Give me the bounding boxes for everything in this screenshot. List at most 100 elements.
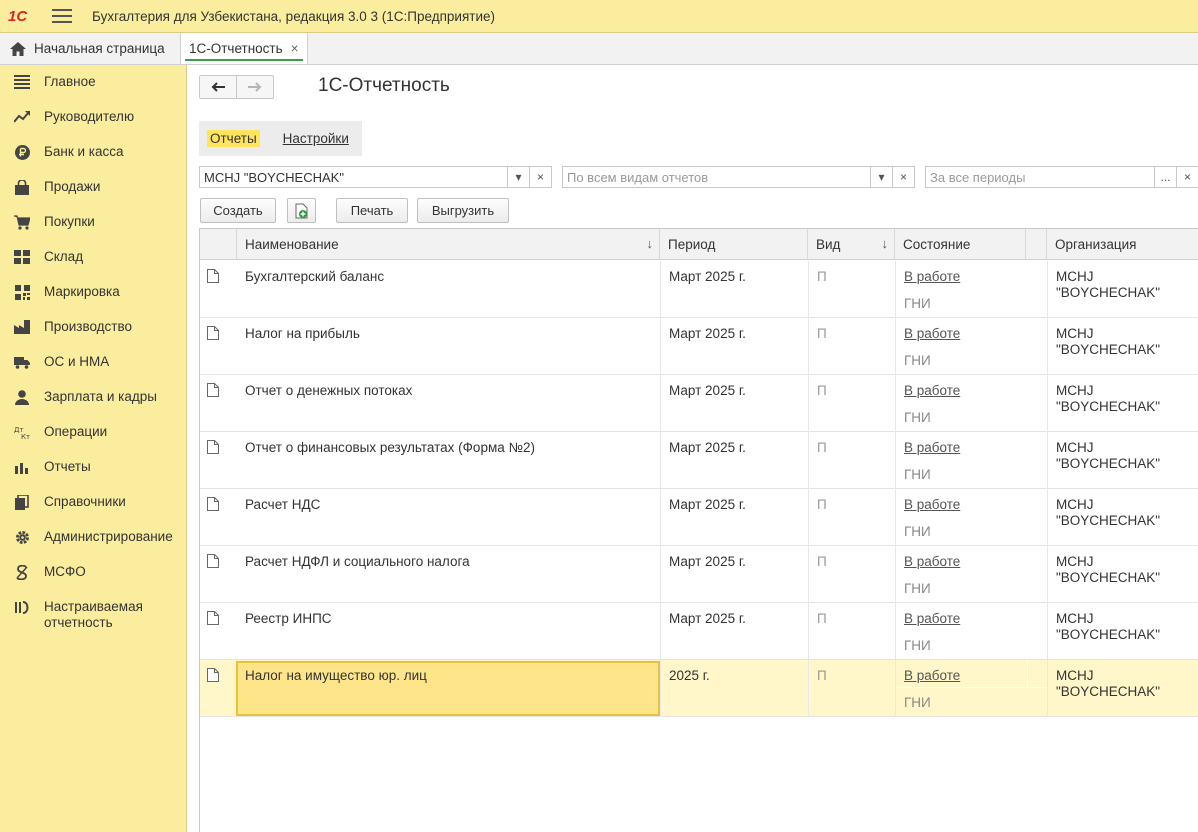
organization-line: "BOYCHECHAK" <box>1056 513 1161 528</box>
sidebar-item-bank-cash[interactable]: Банк и касса <box>0 135 186 170</box>
report-kind-filter[interactable]: По всем видам отчетов ▾ × <box>562 166 915 188</box>
organization-line: MCHJ <box>1056 440 1094 455</box>
report-state-link[interactable]: В работе <box>904 326 960 341</box>
organization-filter-value[interactable]: MCHJ "BOYCHECHAK" <box>200 170 507 185</box>
sidebar-item-operations[interactable]: Дт Кт Операции <box>0 415 186 450</box>
app-logo: 1С <box>8 7 28 25</box>
report-recipient: ГНИ <box>904 410 931 425</box>
report-period: Март 2025 г. <box>660 546 808 603</box>
sidebar-item-production[interactable]: Производство <box>0 310 186 345</box>
document-icon <box>200 261 237 318</box>
dropdown-icon[interactable]: ▾ <box>870 167 892 187</box>
ifrs-icon <box>14 564 30 580</box>
sidebar-item-main[interactable]: Главное <box>0 65 186 100</box>
report-state-cell: В работе ГНИ <box>895 261 1047 318</box>
column-header-state-extra <box>1026 229 1047 260</box>
report-state-link[interactable]: В работе <box>904 383 960 398</box>
report-organization: MCHJ "BOYCHECHAK" <box>1047 318 1198 375</box>
organization-line: MCHJ <box>1056 383 1094 398</box>
report-state-link[interactable]: В работе <box>904 497 960 512</box>
report-state-cell: В работе ГНИ <box>895 660 1048 717</box>
report-state-link[interactable]: В работе <box>904 269 960 284</box>
trend-icon <box>14 109 30 125</box>
sidebar-item-marking[interactable]: Маркировка <box>0 275 186 310</box>
sidebar-item-salary-hr[interactable]: Зарплата и кадры <box>0 380 186 415</box>
report-kind-filter-placeholder[interactable]: По всем видам отчетов <box>563 170 870 185</box>
sidebar-item-catalogs[interactable]: Справочники <box>0 485 186 520</box>
report-organization: MCHJ "BOYCHECHAK" <box>1047 375 1198 432</box>
back-button[interactable] <box>200 76 236 98</box>
add-document-button[interactable] <box>287 198 316 223</box>
sidebar-item-label: Склад <box>44 249 84 264</box>
choose-period-button[interactable]: ... <box>1154 167 1176 187</box>
column-header-state[interactable]: Состояние <box>895 229 1026 260</box>
subtab-settings[interactable]: Настройки <box>280 130 352 147</box>
sidebar-item-label: Справочники <box>44 494 126 509</box>
column-header-organization[interactable]: Организация <box>1047 229 1198 260</box>
column-header-name[interactable]: Наименование ↓ <box>237 229 660 260</box>
tab-active-label: 1С-Отчетность <box>189 41 283 56</box>
report-kind: П <box>808 603 895 660</box>
forward-button[interactable] <box>236 76 273 98</box>
document-icon <box>200 660 237 717</box>
clear-icon[interactable]: × <box>529 167 551 187</box>
report-period: Март 2025 г. <box>660 261 808 318</box>
report-state-link[interactable]: В работе <box>904 611 960 626</box>
table-row[interactable]: Расчет НДФЛ и социального налога Март 20… <box>200 546 1198 603</box>
report-name: Бухгалтерский баланс <box>245 269 385 284</box>
sidebar-item-purchases[interactable]: Покупки <box>0 205 186 240</box>
print-button[interactable]: Печать <box>336 198 408 223</box>
main-content: 1С-Отчетность Отчеты Настройки MCHJ "BOY… <box>187 65 1198 832</box>
report-state-link[interactable]: В работе <box>904 554 960 569</box>
tab-1c-reporting[interactable]: 1С-Отчетность × <box>181 33 308 64</box>
table-row[interactable]: Отчет о финансовых результатах (Форма №2… <box>200 432 1198 489</box>
sidebar-item-label: Главное <box>44 74 96 89</box>
sidebar-item-administration[interactable]: Администрирование <box>0 520 186 555</box>
sidebar-item-label: Маркировка <box>44 284 120 299</box>
sort-down-icon: ↓ <box>646 236 654 251</box>
sidebar-item-warehouse[interactable]: Склад <box>0 240 186 275</box>
report-state-link[interactable]: В работе <box>904 440 960 455</box>
export-button[interactable]: Выгрузить <box>417 198 509 223</box>
period-filter[interactable]: За все периоды ... × <box>925 166 1198 188</box>
report-kind: П <box>808 261 895 318</box>
report-state-link[interactable]: В работе <box>904 668 960 683</box>
document-icon <box>200 375 237 432</box>
document-icon <box>200 318 237 375</box>
report-name[interactable]: Налог на имущество юр. лиц <box>237 660 660 717</box>
warehouse-icon <box>14 249 30 265</box>
table-row[interactable]: Реестр ИНПС Март 2025 г. П В работе ГНИ … <box>200 603 1198 660</box>
report-kind: П <box>808 660 895 717</box>
table-row[interactable]: Отчет о денежных потоках Март 2025 г. П … <box>200 375 1198 432</box>
create-button[interactable]: Создать <box>200 198 276 223</box>
main-menu-icon[interactable] <box>52 9 72 23</box>
sidebar-item-custom-reporting[interactable]: Настраиваемая отчетность <box>0 590 186 640</box>
close-icon[interactable]: × <box>291 41 299 56</box>
sidebar-item-label: Зарплата и кадры <box>44 389 157 404</box>
table-row[interactable]: Расчет НДС Март 2025 г. П В работе ГНИ M… <box>200 489 1198 546</box>
column-header-kind[interactable]: Вид ↓ <box>808 229 895 260</box>
sidebar-item-manager[interactable]: Руководителю <box>0 100 186 135</box>
clear-icon[interactable]: × <box>1176 167 1198 187</box>
organization-filter[interactable]: MCHJ "BOYCHECHAK" ▾ × <box>199 166 552 188</box>
dropdown-icon[interactable]: ▾ <box>507 167 529 187</box>
column-header-period[interactable]: Период <box>660 229 808 260</box>
sidebar-item-label: Настраиваемая отчетность <box>44 599 143 630</box>
table-row-selected[interactable]: Налог на имущество юр. лиц 2025 г. П В р… <box>200 660 1198 717</box>
organization-line: "BOYCHECHAK" <box>1056 342 1161 357</box>
sidebar-item-ifrs[interactable]: МСФО <box>0 555 186 590</box>
arrow-left-icon <box>211 82 225 92</box>
table-row[interactable]: Бухгалтерский баланс Март 2025 г. П В ра… <box>200 261 1198 318</box>
tab-home[interactable]: Начальная страница <box>0 33 181 64</box>
sidebar-item-reports[interactable]: Отчеты <box>0 450 186 485</box>
table-row[interactable]: Налог на прибыль Март 2025 г. П В работе… <box>200 318 1198 375</box>
nav-buttons <box>199 75 274 99</box>
period-filter-placeholder[interactable]: За все периоды <box>926 170 1154 185</box>
cart-icon <box>14 214 30 230</box>
subtab-reports[interactable]: Отчеты <box>207 130 260 147</box>
sidebar-item-fixed-assets[interactable]: ОС и НМА <box>0 345 186 380</box>
clear-icon[interactable]: × <box>892 167 914 187</box>
organization-line: "BOYCHECHAK" <box>1056 627 1161 642</box>
sidebar-item-sales[interactable]: Продажи <box>0 170 186 205</box>
column-header-kind-label: Вид <box>816 237 841 252</box>
